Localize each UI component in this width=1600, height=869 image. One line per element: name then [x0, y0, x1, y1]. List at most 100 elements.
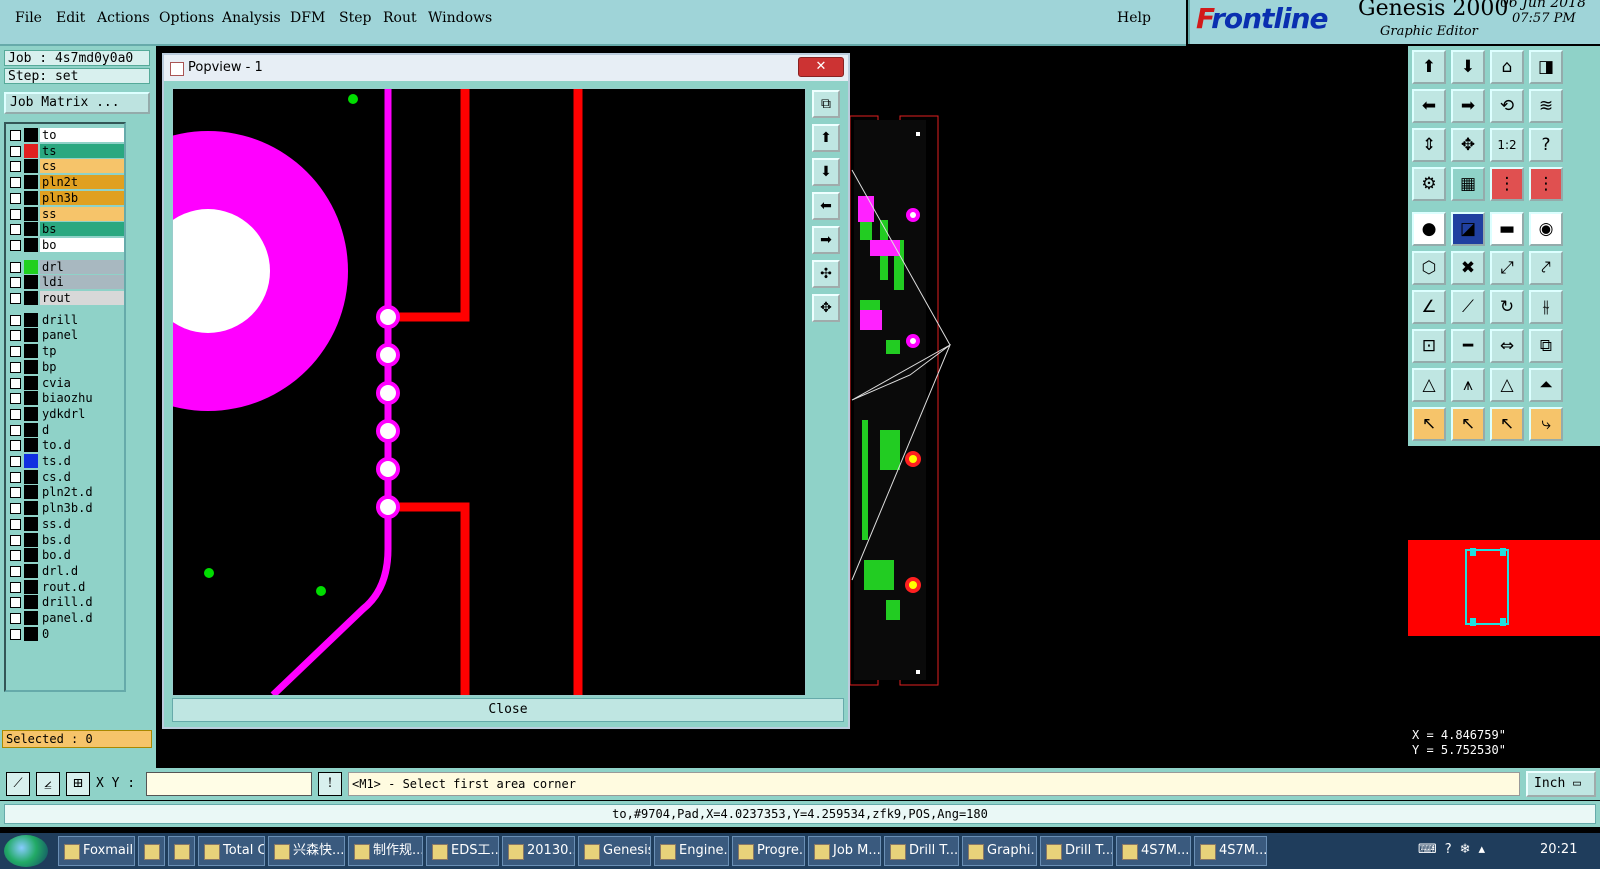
layer-row-pln2t[interactable]: pln2t: [8, 175, 124, 190]
layer-checkbox[interactable]: [10, 456, 21, 467]
taskbar-item[interactable]: Progre...: [732, 836, 805, 866]
layer-checkbox[interactable]: [10, 177, 21, 189]
layer-checkbox[interactable]: [10, 550, 21, 562]
layer-name[interactable]: drl: [40, 259, 124, 274]
layer-name[interactable]: ss.d: [40, 516, 124, 531]
taskbar-item[interactable]: Genesis: [578, 836, 651, 866]
layer-row-bo[interactable]: bo: [8, 237, 124, 253]
zoom-out-button[interactable]: ✣: [812, 260, 840, 288]
duplicate-icon[interactable]: ⧉: [1529, 329, 1563, 363]
layer-color-swatch[interactable]: [24, 328, 38, 343]
layer-color-swatch[interactable]: [24, 206, 38, 221]
layer-checkbox[interactable]: [10, 192, 21, 204]
layer-checkbox[interactable]: [10, 518, 21, 530]
layer-name[interactable]: to.d: [40, 438, 124, 453]
grid-icon[interactable]: ▦: [1451, 167, 1485, 201]
layer-row-drill-d[interactable]: drill.d: [8, 595, 124, 610]
layer-row-cvia[interactable]: cvia: [8, 375, 124, 391]
arc-icon[interactable]: ⩚: [1451, 368, 1485, 402]
layer-checkbox[interactable]: [10, 503, 21, 515]
layer-name[interactable]: ydkdrl: [40, 406, 124, 421]
layer-name[interactable]: ss: [40, 206, 124, 221]
menu-step[interactable]: Step: [339, 10, 371, 26]
pan-down-icon[interactable]: ⬇: [1451, 50, 1485, 84]
layer-row-pln3b[interactable]: pln3b: [8, 190, 124, 206]
taskbar-item[interactable]: 4S7M...: [1194, 836, 1267, 866]
point-icon[interactable]: ●: [1412, 212, 1446, 246]
taskbar-item[interactable]: 20130...: [502, 836, 575, 866]
taskbar-item[interactable]: Drill T...: [1040, 836, 1113, 866]
layer-color-swatch[interactable]: [24, 175, 38, 190]
close-icon[interactable]: ✕: [798, 57, 844, 77]
taskbar-item[interactable]: 4S7M...: [1116, 836, 1191, 866]
layer-color-swatch[interactable]: [24, 344, 38, 359]
layer-name[interactable]: tp: [40, 344, 124, 359]
layer-row-bp[interactable]: bp: [8, 359, 124, 375]
layer-name[interactable]: rout.d: [40, 579, 124, 594]
layer-row-d[interactable]: d: [8, 422, 124, 438]
layer-checkbox[interactable]: [10, 361, 21, 373]
layer-row-panel[interactable]: panel: [8, 328, 124, 343]
job-matrix-button[interactable]: Job Matrix ...: [4, 92, 150, 114]
delete-icon[interactable]: ✖: [1451, 251, 1485, 285]
layer-checkbox[interactable]: [10, 314, 21, 326]
layer-color-swatch[interactable]: [24, 563, 38, 578]
layer-color-swatch[interactable]: [24, 485, 38, 500]
layer-checkbox[interactable]: [10, 261, 21, 273]
layer-row-ts[interactable]: ts: [8, 143, 124, 159]
menu-dfm[interactable]: DFM: [290, 10, 325, 26]
layer-checkbox[interactable]: [10, 330, 21, 342]
menu-windows[interactable]: Windows: [428, 10, 492, 26]
layer-color-swatch[interactable]: [24, 259, 38, 274]
zoom-home-button[interactable]: ⧉: [812, 90, 840, 118]
layer-name[interactable]: bo.d: [40, 548, 124, 563]
taskbar-item[interactable]: Engine...: [654, 836, 729, 866]
layer-checkbox[interactable]: [10, 613, 21, 624]
layer-row-ldi[interactable]: ldi: [8, 275, 124, 290]
layer-checkbox[interactable]: [10, 145, 21, 157]
pad-icon[interactable]: ⊡: [1412, 329, 1446, 363]
layer-color-swatch[interactable]: [24, 532, 38, 547]
layer-name[interactable]: drill.d: [40, 595, 124, 610]
taskbar-item[interactable]: [138, 836, 165, 866]
pan-up-button[interactable]: ⬆: [812, 124, 840, 152]
xy-input[interactable]: [146, 772, 312, 796]
net-icon[interactable]: ⬡: [1412, 251, 1446, 285]
layer-name[interactable]: to: [40, 128, 124, 142]
layer-checkbox[interactable]: [10, 293, 21, 304]
line-icon[interactable]: ⟋: [1451, 290, 1485, 324]
layer-checkbox[interactable]: [10, 471, 21, 483]
menu-actions[interactable]: Actions: [97, 10, 150, 26]
layer-name[interactable]: ts.d: [40, 454, 124, 468]
layer-name[interactable]: ts: [40, 143, 124, 158]
close-button[interactable]: Close: [172, 698, 844, 722]
pan-down-button[interactable]: ⬇: [812, 158, 840, 186]
menu-edit[interactable]: Edit: [56, 10, 85, 26]
layer2-icon[interactable]: ⋮: [1529, 167, 1563, 201]
menu-help[interactable]: Help: [1117, 10, 1151, 26]
layer-checkbox[interactable]: [10, 377, 21, 389]
layer-color-swatch[interactable]: [24, 237, 38, 252]
zoom-fit-icon[interactable]: ⇕: [1412, 128, 1446, 162]
layer-name[interactable]: pln3b.d: [40, 501, 124, 516]
move-icon[interactable]: ⤢: [1490, 251, 1524, 285]
layer-color-swatch[interactable]: [24, 222, 38, 237]
layer-name[interactable]: pln3b: [40, 190, 124, 205]
angle-icon[interactable]: ∠: [1412, 290, 1446, 324]
layer-color-swatch[interactable]: [24, 143, 38, 158]
scale-icon[interactable]: 1:2: [1490, 128, 1524, 162]
select-box-icon[interactable]: ↖: [1451, 407, 1485, 441]
main-board-view[interactable]: [850, 100, 960, 700]
stretch-icon[interactable]: ⇔: [1490, 329, 1524, 363]
layer-row-pln3b-d[interactable]: pln3b.d: [8, 501, 124, 516]
grid-icon[interactable]: ⊞: [66, 772, 90, 796]
layer-name[interactable]: cs: [40, 159, 124, 174]
layer-row-pln2t-d[interactable]: pln2t.d: [8, 485, 124, 500]
layer-color-swatch[interactable]: [24, 128, 38, 142]
select-net-icon[interactable]: ↖: [1490, 407, 1524, 441]
layer-checkbox[interactable]: [10, 424, 21, 436]
layer-row-drl[interactable]: drl: [8, 259, 124, 275]
layer-name[interactable]: bo: [40, 237, 124, 252]
layer-row-0[interactable]: 0: [8, 626, 124, 642]
layer-color-swatch[interactable]: [24, 422, 38, 437]
